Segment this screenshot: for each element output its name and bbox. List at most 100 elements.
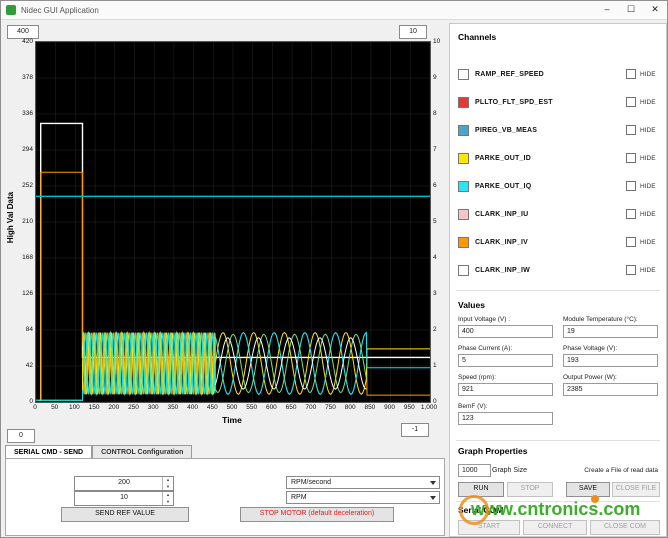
unit-dropdown-2-value: RPM — [291, 494, 307, 501]
axis-min-left-input[interactable]: 0 — [7, 429, 35, 443]
close-button[interactable]: ✕ — [643, 1, 667, 19]
channel-row: CLARK_INP_IW HIDE — [458, 256, 658, 284]
channel-label: PIREG_VB_MEAS — [475, 126, 538, 134]
spinner-arrows-icon[interactable]: ▲ ▼ — [162, 492, 173, 505]
create-file-label: Create a File of read data — [584, 467, 658, 474]
hide-label: HIDE — [640, 154, 656, 162]
channel-row: PARKE_OUT_ID HIDE — [458, 144, 658, 172]
tick-label: 42 — [25, 362, 33, 369]
hide-checkbox[interactable] — [626, 69, 636, 79]
value-field-input[interactable]: 400 — [458, 325, 553, 338]
ref-step-spinner[interactable]: 10 ▲ ▼ — [74, 491, 174, 506]
stop-motor-button[interactable]: STOP MOTOR (default deceleration) — [240, 507, 394, 522]
titlebar: Nidec GUI Application – ☐ ✕ — [1, 1, 667, 20]
ref-step-text: 10 — [120, 494, 128, 501]
separator — [456, 440, 660, 441]
save-button[interactable]: SAVE — [566, 482, 610, 497]
value-field: Output Power (W): 2385 — [563, 374, 658, 396]
axis-min-right-input[interactable]: -1 — [401, 423, 429, 437]
serial-com-title: Serial COM — [458, 505, 504, 515]
tick-label: 126 — [22, 290, 33, 297]
hide-checkbox[interactable] — [626, 153, 636, 163]
ref-value-spinner[interactable]: 200 ▲ ▼ — [74, 476, 174, 491]
graph-properties-title: Graph Properties — [458, 446, 528, 456]
hide-checkbox[interactable] — [626, 125, 636, 135]
send-ref-value-button[interactable]: SEND REF VALUE — [61, 507, 189, 522]
unit-dropdown-1-value: RPM/second — [291, 479, 332, 486]
hide-label: HIDE — [640, 98, 656, 106]
y-axis-right-ticks: 10 9 8 7 6 5 4 3 2 1 0 — [433, 38, 449, 405]
channel-color-swatch — [458, 236, 469, 248]
channel-color-swatch — [458, 124, 469, 136]
close-file-button[interactable]: CLOSE FILE — [612, 482, 660, 497]
tick-label: 420 — [22, 38, 33, 45]
channel-label: CLARK_INP_IU — [475, 210, 529, 218]
hide-label: HIDE — [640, 210, 656, 218]
chevron-down-icon — [430, 496, 436, 500]
graph-size-input[interactable]: 1000 — [458, 464, 491, 477]
hide-label: HIDE — [640, 182, 656, 190]
tick-label: 7 — [433, 146, 437, 153]
run-button[interactable]: RUN — [458, 482, 504, 497]
channel-color-swatch — [458, 68, 469, 80]
channel-row: PLLTO_FLT_SPD_EST HIDE — [458, 88, 658, 116]
waveform-plot[interactable] — [35, 41, 431, 403]
value-field-input[interactable]: 19 — [563, 325, 658, 338]
value-field: Phase Voltage (V): 193 — [563, 345, 658, 367]
tick-label: 168 — [22, 254, 33, 261]
channel-label: PARKE_OUT_ID — [475, 154, 531, 162]
value-field: Speed (rpm): 921 — [458, 374, 553, 396]
channel-color-swatch — [458, 264, 469, 276]
unit-dropdown-2[interactable]: RPM — [286, 491, 440, 504]
hide-label: HIDE — [640, 126, 656, 134]
tick-label: 8 — [433, 110, 437, 117]
values-grid: Input Voltage (V) : 400 Module Temperature… — [458, 316, 658, 425]
unit-dropdown-1[interactable]: RPM/second — [286, 476, 440, 489]
waveform-svg — [36, 42, 430, 402]
value-field-label: Input Voltage (V) : — [458, 316, 511, 323]
tick-label: 3 — [433, 290, 437, 297]
hide-checkbox[interactable] — [626, 209, 636, 219]
start-button[interactable]: START — [458, 520, 520, 535]
hide-checkbox[interactable] — [626, 237, 636, 247]
channel-label: RAMP_REF_SPEED — [475, 70, 544, 78]
channel-label: CLARK_INP_IW — [475, 266, 530, 274]
stop-button[interactable]: STOP — [507, 482, 553, 497]
value-field-input[interactable]: 123 — [458, 412, 553, 425]
graph-size-label: Graph Size — [492, 467, 528, 474]
hide-label: HIDE — [640, 266, 656, 274]
value-field: Phase Current (A): 5 — [458, 345, 553, 367]
hide-checkbox[interactable] — [626, 265, 636, 275]
spinner-arrows-icon[interactable]: ▲ ▼ — [162, 477, 173, 490]
channel-label: PLLTO_FLT_SPD_EST — [475, 98, 553, 106]
channel-row: CLARK_INP_IV HIDE — [458, 228, 658, 256]
right-panel: Channels RAMP_REF_SPEED HIDE PLLTO_FLT_SPD… — [449, 23, 667, 537]
value-field-input[interactable]: 921 — [458, 383, 553, 396]
connect-button[interactable]: CONNECT — [523, 520, 587, 535]
hide-checkbox[interactable] — [626, 97, 636, 107]
value-field-label: Speed (rpm): — [458, 374, 496, 381]
close-com-button[interactable]: CLOSE COM — [590, 520, 660, 535]
value-field-input[interactable]: 5 — [458, 354, 553, 367]
x-axis-ticks: 0 50 100 150 200 250 300 350 400 450 500 550 600 650 7… — [33, 404, 437, 413]
tick-label: 2 — [433, 326, 437, 333]
channel-color-swatch — [458, 208, 469, 220]
channel-color-swatch — [458, 152, 469, 164]
axis-max-right-input[interactable]: 10 — [399, 25, 427, 39]
tick-label: 4 — [433, 254, 437, 261]
tick-label: 1 — [433, 362, 437, 369]
x-axis-label: Time — [222, 415, 242, 425]
value-field-label: Output Power (W): — [563, 374, 617, 381]
hide-checkbox[interactable] — [626, 181, 636, 191]
value-field-input[interactable]: 2385 — [563, 383, 658, 396]
minimize-button[interactable]: – — [595, 1, 619, 19]
app-icon — [6, 5, 16, 15]
tick-label: 252 — [22, 182, 33, 189]
channel-row: CLARK_INP_IU HIDE — [458, 200, 658, 228]
axis-max-left-input[interactable]: 400 — [7, 25, 39, 39]
maximize-button[interactable]: ☐ — [619, 1, 643, 19]
value-field: Module Temperature (°C): 19 — [563, 316, 658, 338]
tick-label: 1,000 — [420, 404, 438, 411]
value-field-input[interactable]: 193 — [563, 354, 658, 367]
value-field: Input Voltage (V) : 400 — [458, 316, 553, 338]
